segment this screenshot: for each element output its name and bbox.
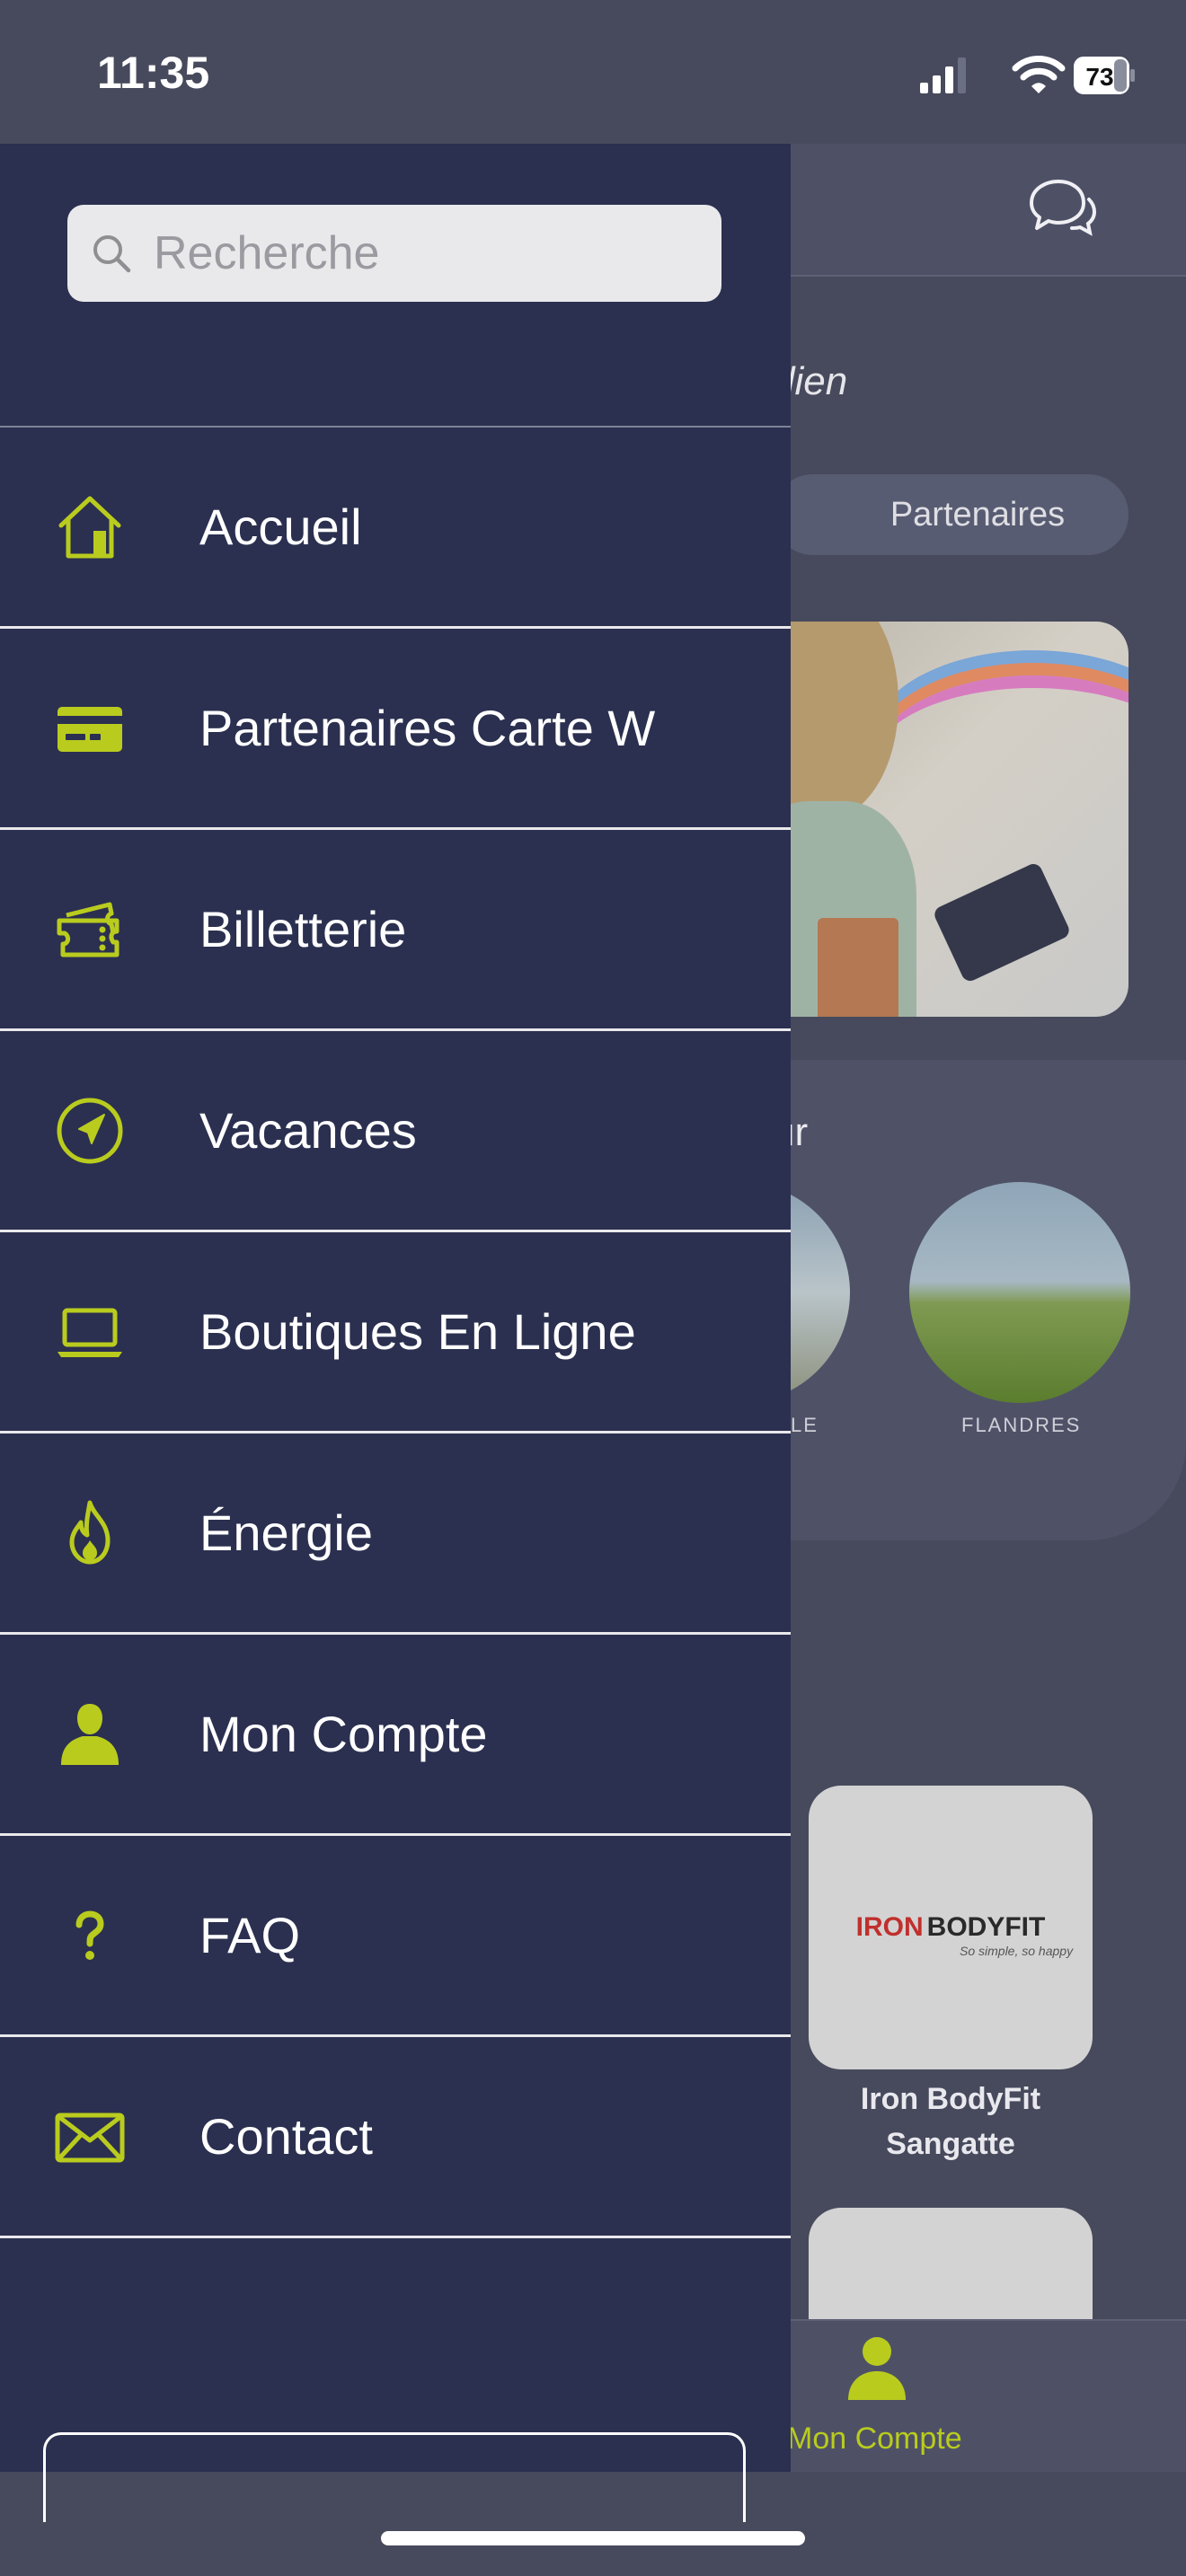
navigation-arrow-icon bbox=[52, 1093, 128, 1169]
partner-name-line1: Iron BodyFit bbox=[860, 2082, 1041, 2116]
partner-name: Iron BodyFit Sangatte bbox=[809, 2077, 1093, 2166]
menu-item-energie[interactable]: Énergie bbox=[0, 1434, 791, 1635]
menu-label-partenaires: Partenaires Carte W bbox=[199, 700, 656, 756]
tab-mon-compte-label[interactable]: Mon Compte bbox=[787, 2422, 962, 2457]
user-icon bbox=[52, 1697, 128, 1772]
menu-label-billetterie: Billetterie bbox=[199, 901, 407, 957]
home-icon bbox=[52, 490, 128, 565]
battery-icon: 73 bbox=[1074, 57, 1135, 94]
menu-item-accueil[interactable]: Accueil bbox=[0, 428, 791, 629]
status-time: 11:35 bbox=[97, 48, 210, 98]
flame-icon bbox=[52, 1495, 128, 1571]
promo-banner-image[interactable] bbox=[737, 622, 1128, 1017]
partner-logo-tile[interactable]: IRON BODYFIT So simple, so happy bbox=[809, 1786, 1093, 2069]
menu-label-faq: FAQ bbox=[199, 1907, 301, 1963]
search-bar[interactable] bbox=[67, 205, 721, 302]
search-input[interactable] bbox=[154, 226, 693, 280]
search-icon bbox=[93, 235, 131, 273]
menu-list: Accueil Partenaires Carte W Billetterie … bbox=[0, 428, 791, 2238]
menu-label-contact: Contact bbox=[199, 2108, 373, 2165]
credit-card-icon bbox=[52, 691, 128, 766]
menu-item-vacances[interactable]: Vacances bbox=[0, 1031, 791, 1232]
menu-label-energie: Énergie bbox=[199, 1504, 374, 1561]
question-icon bbox=[52, 1898, 128, 1973]
envelope-icon bbox=[52, 2099, 128, 2175]
menu-item-partenaires-carte-w[interactable]: Partenaires Carte W bbox=[0, 629, 791, 830]
region-label-flandres: FLANDRES bbox=[961, 1414, 1082, 1436]
menu-label-vacances: Vacances bbox=[199, 1102, 417, 1159]
laptop-icon bbox=[52, 1294, 128, 1370]
partner-tagline: So simple, so happy bbox=[960, 1944, 1074, 1958]
menu-label-mon-compte: Mon Compte bbox=[199, 1706, 488, 1762]
menu-item-billetterie[interactable]: Billetterie bbox=[0, 830, 791, 1031]
wifi-icon bbox=[1012, 56, 1066, 93]
chat-bubbles-icon[interactable] bbox=[1026, 176, 1098, 239]
cellular-signal-icon bbox=[920, 57, 966, 93]
drawer-bottom-button[interactable] bbox=[43, 2432, 746, 2522]
side-drawer: Accueil Partenaires Carte W bbox=[0, 144, 791, 2522]
partner-brand-left: IRON bbox=[855, 1912, 924, 1942]
home-indicator[interactable] bbox=[381, 2531, 805, 2545]
menu-label-boutiques: Boutiques En Ligne bbox=[199, 1303, 636, 1360]
ticket-icon bbox=[52, 892, 128, 967]
menu-item-mon-compte[interactable]: Mon Compte bbox=[0, 1635, 791, 1836]
menu-item-faq[interactable]: FAQ bbox=[0, 1836, 791, 2037]
tab-user-icon[interactable] bbox=[845, 2333, 909, 2402]
region-label: LE bbox=[791, 1414, 819, 1436]
menu-label-accueil: Accueil bbox=[199, 498, 362, 555]
menu-item-contact[interactable]: Contact bbox=[0, 2037, 791, 2238]
partner-brand-right: BODYFIT bbox=[926, 1912, 1046, 1942]
battery-level: 73 bbox=[1085, 63, 1113, 91]
status-icons: 73 bbox=[920, 56, 1135, 94]
menu-item-boutiques-en-ligne[interactable]: Boutiques En Ligne bbox=[0, 1232, 791, 1434]
region-circle-flandres[interactable] bbox=[909, 1182, 1130, 1403]
partner-name-line2: Sangatte bbox=[886, 2127, 1015, 2161]
background-tab-partenaires[interactable]: Partenaires bbox=[773, 474, 1128, 555]
